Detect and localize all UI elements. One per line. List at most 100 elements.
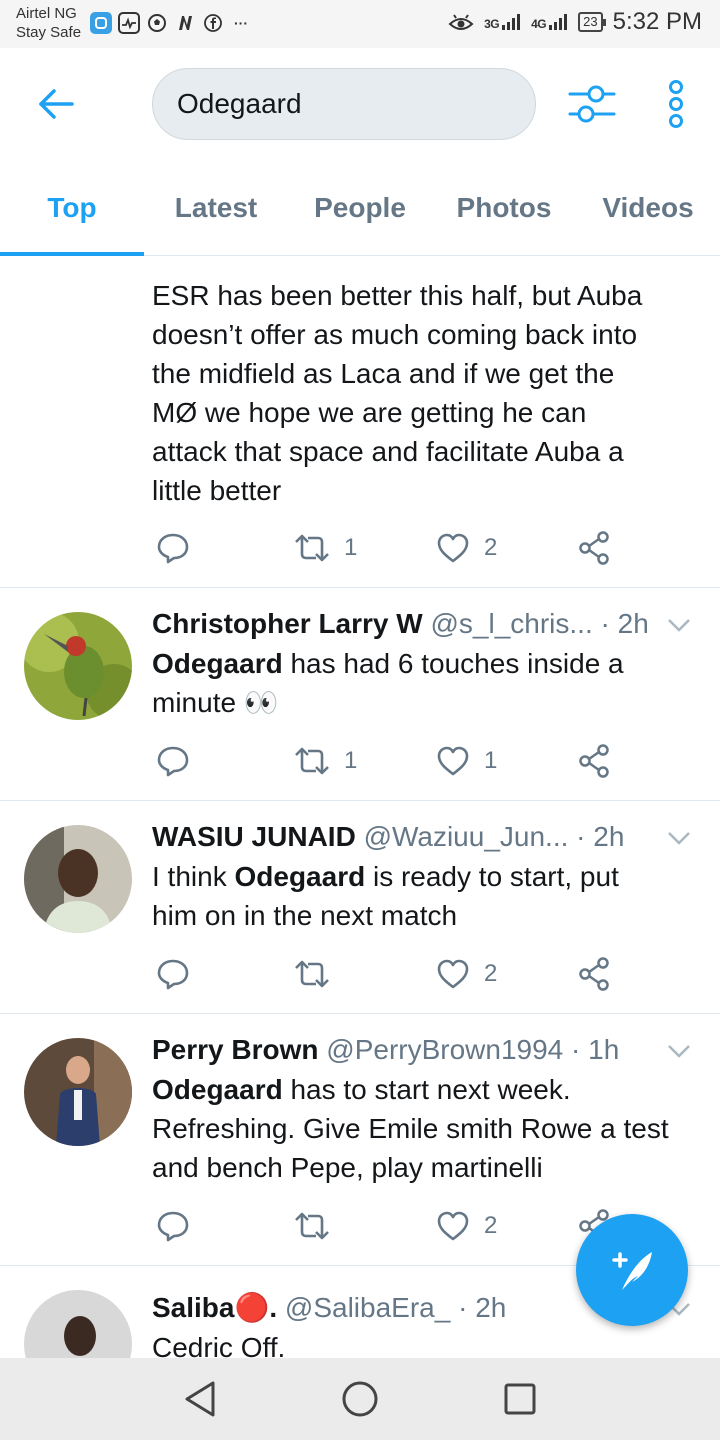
- tab-photos[interactable]: Photos: [432, 160, 576, 256]
- tweet[interactable]: ESR has been better this half, but Auba …: [0, 256, 720, 588]
- chevron-down-icon: [668, 832, 690, 845]
- like-button[interactable]: 2: [436, 528, 497, 568]
- reply-button[interactable]: [156, 954, 190, 994]
- sliders-icon: [568, 85, 616, 123]
- user-name[interactable]: WASIU JUNAID: [152, 821, 356, 852]
- like-button[interactable]: 2: [436, 954, 497, 994]
- like-button[interactable]: 1: [436, 741, 497, 781]
- retweet-icon: [295, 747, 329, 775]
- share-button[interactable]: [578, 954, 612, 994]
- user-handle[interactable]: @PerryBrown1994: [326, 1034, 563, 1065]
- tweet-time: · 2h: [600, 608, 649, 639]
- person-avatar-image: [24, 1290, 132, 1358]
- reply-icon: [157, 959, 189, 990]
- like-count: 1: [484, 747, 498, 774]
- overflow-menu-button[interactable]: [658, 78, 694, 130]
- battery-icon: 23: [578, 12, 607, 32]
- avatar[interactable]: [24, 612, 132, 720]
- compose-feather-icon: [612, 1252, 652, 1290]
- tweet-text: ESR has been better this half, but Auba …: [152, 280, 643, 506]
- user-name[interactable]: Perry Brown: [152, 1034, 319, 1065]
- share-icon: [579, 957, 609, 991]
- reply-icon: [157, 746, 189, 777]
- chevron-down-icon: [668, 619, 690, 632]
- heart-icon: [437, 959, 469, 989]
- tab-latest[interactable]: Latest: [144, 160, 288, 256]
- tweet[interactable]: WASIU JUNAID @Waziuu_Jun... · 2h I think…: [0, 801, 720, 1014]
- tweet-options-button[interactable]: [666, 1038, 692, 1064]
- search-tabs: Top Latest People Photos Videos: [0, 160, 720, 257]
- tab-top[interactable]: Top: [0, 160, 144, 257]
- nav-home-button[interactable]: [335, 1374, 385, 1424]
- avatar[interactable]: [24, 1290, 132, 1358]
- reply-icon: [157, 1211, 189, 1242]
- person-avatar-image: [24, 1038, 132, 1146]
- like-count: 2: [484, 1212, 498, 1239]
- reply-button[interactable]: [156, 1206, 190, 1246]
- share-button[interactable]: [578, 528, 612, 568]
- system-nav-bar: [0, 1358, 720, 1440]
- compose-tweet-button[interactable]: [576, 1214, 688, 1326]
- search-input[interactable]: Odegaard: [152, 68, 536, 140]
- tab-people[interactable]: People: [288, 160, 432, 256]
- tweet-text: I think Odegaard is ready to start, put …: [152, 861, 619, 931]
- carrier-name: Airtel NG: [16, 5, 77, 22]
- retweet-icon: [295, 960, 329, 988]
- tweet-header: WASIU JUNAID @Waziuu_Jun... · 2h: [152, 819, 650, 855]
- tweet-options-button[interactable]: [666, 612, 692, 638]
- retweet-button[interactable]: 1: [294, 528, 357, 568]
- like-count: 2: [484, 960, 498, 987]
- heart-icon: [437, 533, 469, 563]
- user-handle[interactable]: @s_l_chris...: [430, 608, 592, 639]
- user-name[interactable]: Christopher Larry W: [152, 608, 423, 639]
- reply-button[interactable]: [156, 528, 190, 568]
- retweet-button[interactable]: [294, 1206, 344, 1246]
- signal-4g-icon: 4G: [531, 13, 568, 31]
- tweet-time: · 2h: [576, 821, 625, 852]
- tweet-options-button[interactable]: [666, 825, 692, 851]
- retweet-icon: [295, 1212, 329, 1240]
- bird-avatar-image: [24, 612, 132, 720]
- status-bar: Airtel NG Stay Safe ··· 3G 4G 23 5:32 PM: [0, 0, 720, 48]
- back-button[interactable]: [30, 82, 82, 126]
- user-name[interactable]: Saliba🔴.: [152, 1292, 277, 1323]
- retweet-button[interactable]: 1: [294, 741, 357, 781]
- tweet-time: · 1h: [571, 1034, 620, 1065]
- clock: 5:32 PM: [612, 8, 702, 35]
- heart-icon: [437, 746, 469, 776]
- nav-back-button[interactable]: [175, 1374, 225, 1424]
- avatar[interactable]: [24, 1038, 132, 1146]
- user-handle[interactable]: @SalibaEra_: [285, 1292, 450, 1323]
- tweet-actions: 1 2: [152, 528, 632, 568]
- carrier-info: Airtel NG Stay Safe: [16, 4, 81, 42]
- triangle-back-icon: [185, 1381, 215, 1417]
- notification-icons: ···: [90, 12, 252, 34]
- news-n-icon: [174, 12, 196, 34]
- facebook-icon: [202, 12, 224, 34]
- signal-3g-icon: 3G: [484, 13, 521, 31]
- circle-home-icon: [342, 1381, 378, 1417]
- avatar[interactable]: [24, 825, 132, 933]
- carrier-subtitle: Stay Safe: [16, 24, 82, 41]
- share-button[interactable]: [578, 741, 612, 781]
- user-handle[interactable]: @Waziuu_Jun...: [364, 821, 569, 852]
- square-recents-icon: [504, 1383, 536, 1415]
- tab-videos[interactable]: Videos: [576, 160, 720, 256]
- search-filter-button[interactable]: [566, 80, 618, 128]
- tweet-header: Christopher Larry W @s_l_chris... · 2h: [152, 606, 650, 642]
- retweet-count: 1: [344, 747, 358, 774]
- tweet-text: Odegaard has had 6 touches inside a minu…: [152, 648, 624, 718]
- vertical-dots-icon: [669, 80, 683, 128]
- activity-icon: [118, 12, 140, 34]
- like-button[interactable]: 2: [436, 1206, 497, 1246]
- tweet[interactable]: Christopher Larry W @s_l_chris... · 2h O…: [0, 588, 720, 801]
- retweet-count: 1: [344, 534, 358, 561]
- chevron-down-icon: [668, 1045, 690, 1058]
- like-count: 2: [484, 534, 498, 561]
- football-icon: [146, 12, 168, 34]
- tweet-actions: 2: [152, 954, 632, 994]
- nav-recents-button[interactable]: [495, 1374, 545, 1424]
- retweet-button[interactable]: [294, 954, 344, 994]
- reply-button[interactable]: [156, 741, 190, 781]
- more-notifications-icon: ···: [234, 15, 248, 31]
